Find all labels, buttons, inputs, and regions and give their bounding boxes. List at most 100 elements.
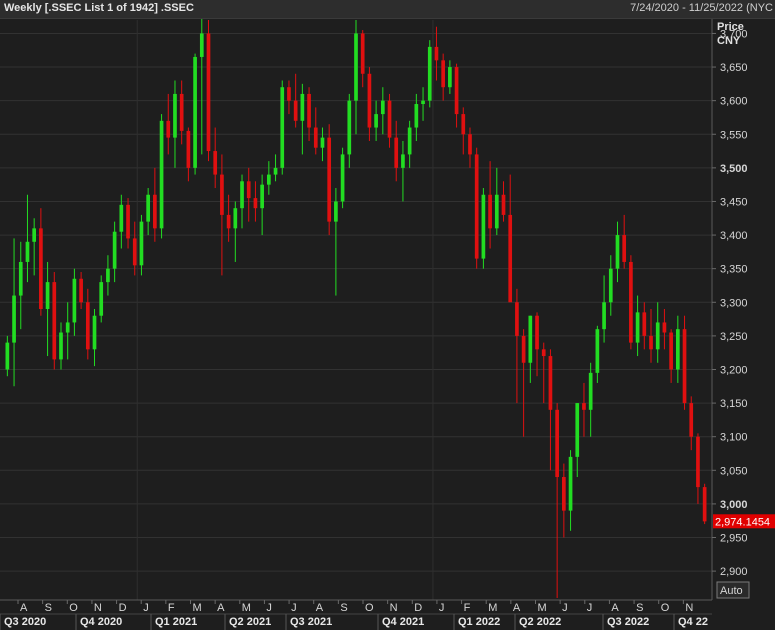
- candle-body: [441, 60, 446, 88]
- y-tick-label: 3,450: [720, 196, 748, 208]
- candle-body: [595, 329, 600, 373]
- quarter-label: Q2 2021: [229, 616, 271, 628]
- candle-body: [380, 100, 385, 115]
- month-label: J: [143, 602, 149, 614]
- month-label: J: [587, 602, 593, 614]
- candle-body: [568, 456, 573, 511]
- month-label: M: [538, 602, 547, 614]
- candle-body: [199, 33, 204, 57]
- candle: [702, 483, 707, 525]
- candle-body: [287, 87, 291, 101]
- candle-body: [179, 93, 184, 131]
- auto-button-label[interactable]: Auto: [720, 585, 743, 597]
- candle-body: [300, 93, 305, 121]
- candle-body: [474, 154, 479, 259]
- month-label: O: [365, 602, 374, 614]
- quarter-label: Q2 2022: [519, 616, 561, 628]
- month-label: A: [316, 602, 324, 614]
- candle-body: [515, 302, 519, 336]
- quarter-label: Q1 2021: [155, 616, 197, 628]
- candle: [327, 124, 332, 236]
- y-tick-label: 3,000: [720, 499, 748, 511]
- candle-body: [642, 312, 647, 336]
- candle-body: [649, 335, 653, 350]
- candle-body: [132, 238, 137, 266]
- month-label: D: [119, 602, 127, 614]
- candle-body: [146, 194, 150, 222]
- candle-body: [501, 194, 506, 215]
- candle-body: [575, 403, 580, 457]
- candle-body: [354, 33, 358, 101]
- candle-body: [92, 315, 97, 350]
- candle-body: [508, 214, 513, 303]
- candle-body: [334, 201, 338, 222]
- candle-body: [213, 151, 218, 175]
- candle-body: [528, 315, 533, 363]
- month-label: J: [291, 602, 297, 614]
- quarter-label: Q4 2020: [80, 616, 122, 628]
- candle-body: [313, 127, 318, 148]
- candle-body: [79, 278, 83, 303]
- candle-body: [193, 56, 197, 168]
- candle: [280, 80, 285, 175]
- candle: [629, 255, 633, 350]
- candle-body: [481, 194, 486, 259]
- month-label: F: [464, 602, 471, 614]
- y-tick-label: 3,600: [720, 96, 748, 108]
- candle-body: [448, 67, 452, 88]
- month-label: M: [193, 602, 202, 614]
- candle-body: [153, 194, 157, 229]
- month-label: A: [217, 602, 225, 614]
- candle: [340, 147, 345, 209]
- candle-body: [307, 93, 311, 128]
- candle-body: [327, 137, 332, 222]
- candle-body: [696, 436, 700, 488]
- y-tick-label: 2,950: [720, 533, 748, 545]
- candle-body: [99, 282, 104, 316]
- candle-body: [562, 477, 566, 511]
- candle-body: [85, 302, 90, 350]
- month-label: N: [685, 602, 693, 614]
- month-label: D: [414, 602, 422, 614]
- candle-body: [266, 174, 271, 185]
- month-label: J: [439, 602, 445, 614]
- y-tick-label: 2,900: [720, 566, 748, 578]
- candle-body: [226, 214, 231, 229]
- y-tick-label: 3,250: [720, 331, 748, 343]
- y-tick-label: 3,350: [720, 264, 748, 276]
- month-label: A: [611, 602, 619, 614]
- quarter-label: Q3 2020: [4, 616, 46, 628]
- quarter-label: Q4 2021: [382, 616, 424, 628]
- candle-body: [622, 235, 627, 262]
- month-label: M: [488, 602, 497, 614]
- candlestick-chart[interactable]: 2,900 2,950 3,000 3,050 3,100 3,150 3,200 3,250…: [0, 0, 775, 630]
- y-tick-label: 3,500: [720, 163, 748, 175]
- month-label: S: [45, 602, 52, 614]
- candle-body: [166, 120, 171, 138]
- candle-body: [635, 312, 640, 343]
- month-label: F: [168, 602, 175, 614]
- candle-body: [682, 329, 687, 404]
- candle-body: [25, 241, 30, 262]
- month-label: S: [636, 602, 643, 614]
- candle-body: [260, 184, 264, 209]
- candle-body: [246, 181, 251, 199]
- candle-body: [112, 231, 117, 269]
- chart-window: 2,900 2,950 3,000 3,050 3,100 3,150 3,200 3,250…: [0, 0, 775, 630]
- month-label: S: [340, 602, 347, 614]
- candle: [193, 53, 197, 175]
- candle-body: [293, 100, 298, 121]
- candle-body: [702, 487, 707, 522]
- candle-body: [360, 33, 365, 74]
- auto-scale-button[interactable]: Auto: [716, 581, 750, 599]
- y-tick-label: 3,100: [720, 432, 748, 444]
- date-range: 7/24/2020 - 11/25/2022 (NYC: [630, 2, 773, 14]
- candle: [427, 40, 432, 108]
- y-tick-label: 3,650: [720, 62, 748, 74]
- candle-body: [72, 278, 77, 323]
- candle-body: [52, 282, 57, 360]
- candle: [682, 315, 687, 410]
- candle-body: [675, 329, 680, 370]
- candle-body: [689, 403, 694, 437]
- title-bar: Weekly [.SSEC List 1 of 1942] .SSEC 7/24…: [0, 0, 775, 19]
